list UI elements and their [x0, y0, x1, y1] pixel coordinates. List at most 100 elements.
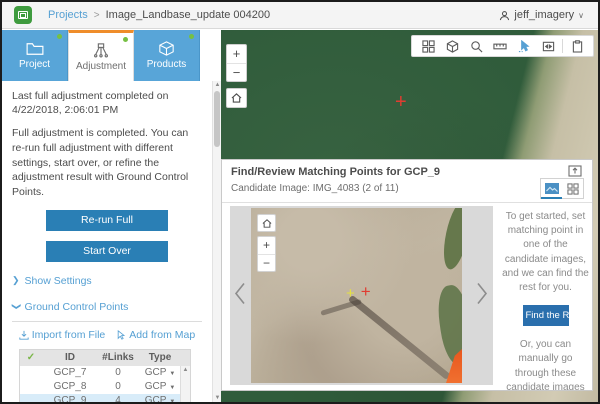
breadcrumb-projects-link[interactable]: Projects [48, 9, 88, 21]
col-header-id[interactable]: ID [42, 352, 98, 363]
check-icon: ✓ [20, 352, 42, 363]
measure-icon [493, 40, 507, 52]
left-panel: Project Adjustment Products Last full ad… [2, 30, 221, 402]
rerun-full-button[interactable]: Re-run Full [46, 210, 168, 231]
search-tool-button[interactable] [464, 36, 488, 56]
clipboard-tool-button[interactable] [565, 36, 589, 56]
photo-shadow [348, 295, 451, 380]
table-row[interactable]: GCP_8 0 GCP▼ [20, 380, 190, 394]
table-row-selected[interactable]: GCP_9 4 GCP▼ [20, 394, 190, 402]
search-icon [470, 40, 483, 53]
gcp-id: GCP_9 [42, 395, 98, 402]
chevron-left-icon [233, 281, 246, 305]
last-adjustment-text: Last full adjustment completed on 4/22/2… [12, 89, 202, 117]
basemap-icon [446, 40, 459, 53]
single-image-view-button[interactable] [541, 179, 562, 198]
col-header-type[interactable]: Type [138, 352, 182, 363]
candidate-image-carousel: + + + − [230, 206, 493, 385]
map-view[interactable]: + + − [221, 30, 598, 402]
grid-image-view-button[interactable] [562, 179, 583, 198]
tab-products[interactable]: Products [134, 30, 200, 81]
project-title: Image_Landbase_update 004200 [106, 9, 271, 21]
scroll-down-icon[interactable]: ▼ [213, 395, 221, 401]
image-view-icon [545, 183, 559, 194]
extent-tool-button[interactable] [536, 36, 560, 56]
scroll-up-icon[interactable]: ▲ [213, 82, 221, 88]
gcp-links: 0 [98, 367, 138, 378]
gcp-type-dropdown[interactable]: GCP▼ [138, 381, 182, 392]
top-bar: Projects > Image_Landbase_update 004200 … [2, 2, 598, 29]
image-home-button[interactable] [257, 214, 276, 232]
folder-icon [26, 42, 44, 56]
table-row[interactable]: GCP_7 0 GCP▼ [20, 366, 190, 380]
home-button[interactable] [226, 88, 247, 108]
tab-project[interactable]: Project [2, 30, 68, 81]
import-label: Import from File [32, 329, 106, 341]
next-image-button[interactable] [476, 281, 489, 310]
dropdown-arrow-icon: ▼ [169, 371, 175, 377]
home-icon [262, 219, 272, 228]
gcp-table: ✓ ID #Links Type GCP_7 0 GCP▼ GCP_8 0 GC… [19, 349, 191, 402]
chevron-right-icon: ❯ [12, 275, 20, 286]
clipboard-icon [572, 40, 583, 53]
map-zoom-control: + − [226, 44, 247, 82]
select-tool-button[interactable] [512, 36, 536, 56]
table-scrollbar[interactable]: ▲▼ [180, 366, 190, 402]
basemap-tool-button[interactable] [440, 36, 464, 56]
cursor-icon [117, 330, 126, 340]
gcp-section-label: Ground Control Points [25, 301, 129, 313]
cube-icon [158, 41, 175, 56]
gcp-table-header: ✓ ID #Links Type [20, 350, 190, 366]
gcp-links: 0 [98, 381, 138, 392]
select-cursor-icon [518, 40, 531, 53]
app-window: Projects > Image_Landbase_update 004200 … [0, 0, 600, 404]
gcp-crosshair-marker: + [395, 92, 407, 112]
add-label: Add from Map [129, 329, 195, 341]
candidate-image-label: Candidate Image: IMG_4083 (2 of 11) [231, 183, 399, 194]
zoom-out-button[interactable]: − [258, 255, 275, 272]
panel-scrollbar[interactable]: ▲ ▼ [212, 81, 221, 402]
zoom-in-button[interactable]: + [258, 237, 275, 255]
add-from-map-link[interactable]: Add from Map [117, 329, 195, 341]
gcp-links: 4 [98, 395, 138, 402]
tab-label: Adjustment [76, 61, 126, 72]
previous-image-button[interactable] [233, 281, 246, 310]
tab-adjustment[interactable]: Adjustment [68, 30, 134, 81]
gcp-type-dropdown[interactable]: GCP▼ [138, 367, 182, 378]
grid-view-tool-button[interactable] [416, 36, 440, 56]
user-icon [499, 10, 510, 21]
collapse-panel-button[interactable] [568, 164, 582, 176]
adjustment-description: Full adjustment is completed. You can re… [12, 126, 202, 199]
chevron-right-icon [476, 281, 489, 305]
matching-panel-title: Find/Review Matching Points for GCP_9 [231, 166, 440, 178]
user-menu[interactable]: jeff_imagery ∨ [499, 9, 584, 21]
instructions-column: To get started, set matching point in on… [502, 210, 589, 391]
breadcrumb-separator: > [94, 10, 100, 21]
grid-view-icon [567, 183, 579, 195]
photo-shadow [320, 299, 362, 316]
dropdown-arrow-icon: ▼ [169, 385, 175, 391]
zoom-out-button[interactable]: − [227, 64, 246, 82]
chevron-down-icon: ∨ [578, 11, 584, 20]
matching-point-marker-yellow: + [346, 285, 355, 302]
show-settings-toggle[interactable]: ❯ Show Settings [12, 275, 202, 287]
tab-label: Products [147, 59, 186, 70]
measure-tool-button[interactable] [488, 36, 512, 56]
gcp-section-toggle[interactable]: ❮ Ground Control Points [12, 301, 202, 313]
status-dot [57, 34, 62, 39]
gcp-type-dropdown[interactable]: GCP▼ [138, 395, 182, 402]
col-header-links[interactable]: #Links [98, 352, 138, 363]
zoom-in-button[interactable]: + [227, 45, 246, 64]
matching-point-marker-red: + [361, 282, 371, 302]
start-over-button[interactable]: Start Over [46, 241, 168, 262]
grid-view-icon [422, 40, 435, 53]
find-the-rest-button[interactable]: Find the Rest [523, 305, 569, 326]
candidate-image-viewer[interactable]: + + + − [251, 208, 462, 383]
scroll-up-icon[interactable]: ▲ [183, 367, 189, 373]
show-settings-label: Show Settings [25, 275, 92, 287]
divider [12, 321, 202, 322]
scrollbar-thumb[interactable] [214, 91, 220, 147]
export-window-icon [568, 165, 582, 177]
status-dot [123, 37, 128, 42]
import-from-file-link[interactable]: Import from File [19, 329, 106, 341]
